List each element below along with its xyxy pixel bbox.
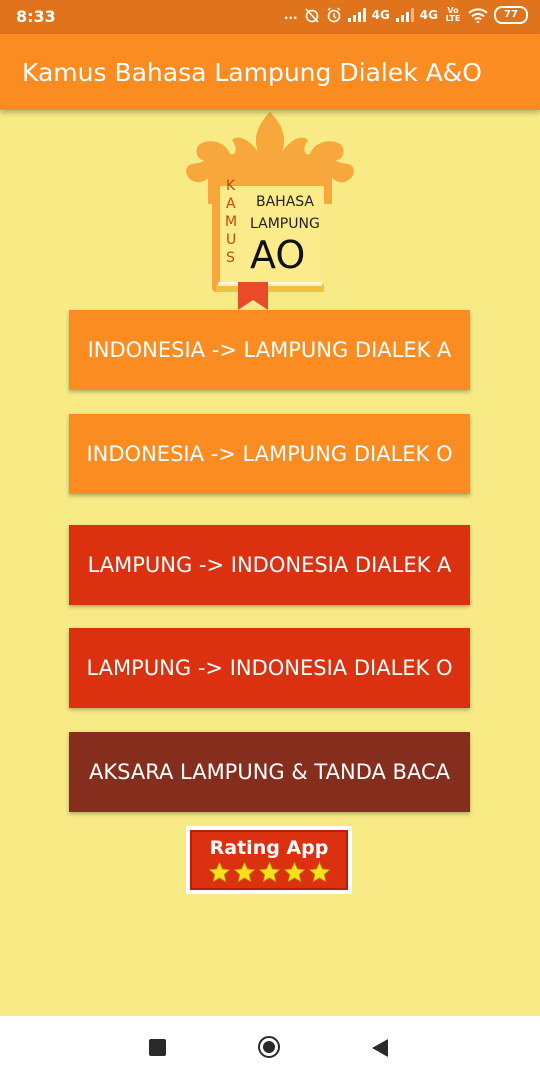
signal-icon-2	[395, 8, 414, 22]
signal-icon	[347, 8, 366, 22]
star-icon	[208, 861, 230, 882]
battery-icon: 77	[494, 6, 528, 24]
rating-app-button[interactable]: Rating App	[186, 826, 352, 894]
alarm-off-icon	[304, 7, 320, 23]
logo-ao: AO	[250, 233, 305, 277]
wifi-icon	[468, 7, 488, 23]
volte-label: Vo LTE	[445, 6, 461, 23]
network-type-label: 4G	[371, 8, 390, 22]
logo-kamus-m: M	[225, 214, 237, 230]
app-logo: K A M U S BAHASA LAMPUNG AO	[180, 112, 360, 312]
menu-button-lampung-indonesia-a[interactable]: LAMPUNG -> INDONESIA DIALEK A	[69, 525, 470, 605]
status-bar: 8:33 ... 4G 4G Vo LTE 77	[0, 0, 540, 34]
more-notifications-icon: ...	[283, 8, 298, 22]
recents-square-icon[interactable]	[149, 1039, 166, 1056]
logo-bahasa: BAHASA	[256, 194, 314, 210]
back-triangle-icon[interactable]	[371, 1038, 389, 1058]
star-icon	[258, 861, 280, 882]
logo-kamus-k: K	[226, 178, 236, 194]
logo-kamus-a: A	[226, 196, 236, 212]
star-icon	[233, 861, 255, 882]
status-icons: ... 4G 4G Vo LTE 77	[284, 6, 528, 24]
home-circle-icon[interactable]	[258, 1036, 280, 1058]
logo-kamus-s: S	[226, 250, 235, 266]
alarm-icon	[326, 7, 342, 23]
status-time: 8:33	[16, 7, 56, 26]
star-icon	[283, 861, 305, 882]
system-nav-bar	[0, 1016, 540, 1080]
app-bar: Kamus Bahasa Lampung Dialek A&O	[0, 34, 540, 110]
menu-button-indonesia-lampung-o[interactable]: INDONESIA -> LAMPUNG DIALEK O	[69, 414, 470, 494]
star-icon	[308, 861, 330, 882]
rating-label: Rating App	[209, 836, 329, 859]
menu-button-indonesia-lampung-a[interactable]: INDONESIA -> LAMPUNG DIALEK A	[69, 310, 470, 390]
rating-stars	[208, 861, 331, 884]
app-title: Kamus Bahasa Lampung Dialek A&O	[22, 58, 482, 87]
logo-lampung: LAMPUNG	[250, 216, 320, 232]
menu-button-aksara-lampung[interactable]: AKSARA LAMPUNG & TANDA BACA	[69, 732, 470, 812]
logo-kamus-u: U	[226, 232, 236, 248]
rating-app-panel: Rating App	[190, 830, 348, 890]
menu-button-lampung-indonesia-o[interactable]: LAMPUNG -> INDONESIA DIALEK O	[69, 628, 470, 708]
network-type-label-2: 4G	[419, 8, 438, 22]
